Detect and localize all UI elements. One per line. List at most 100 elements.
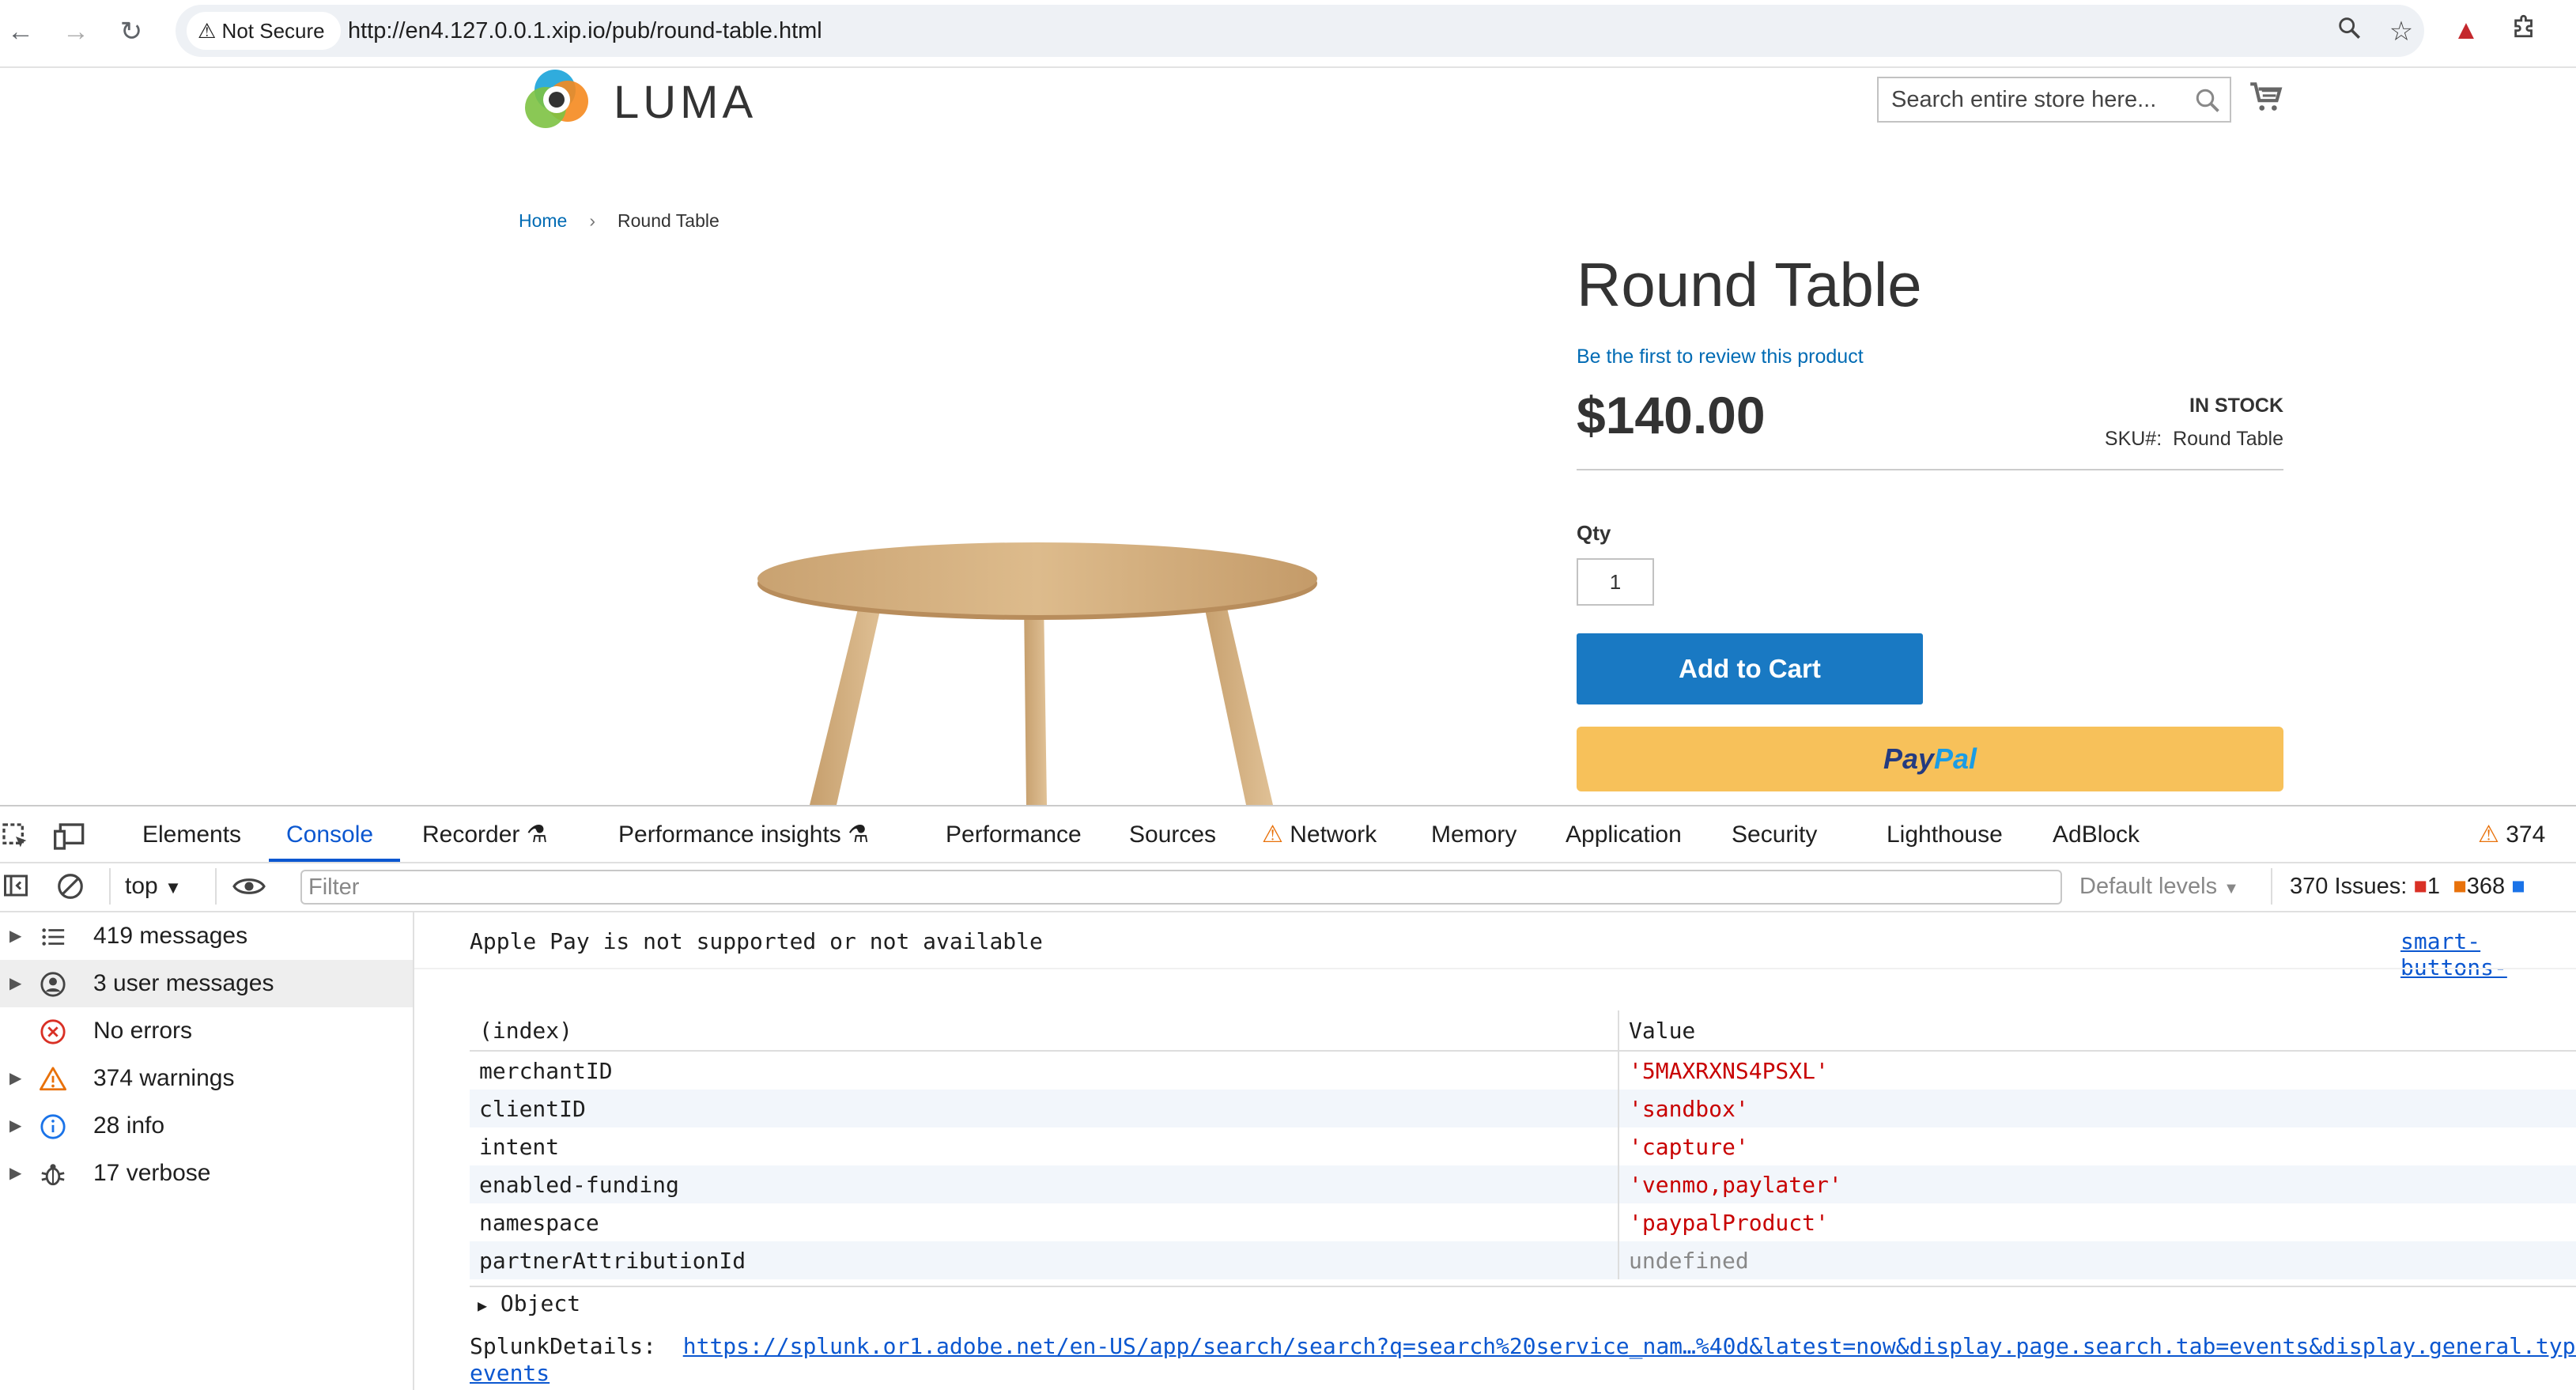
list-icon [42,928,65,946]
sidebar-item-warnings[interactable]: ▶ 374 warnings [0,1055,413,1102]
stock-status: IN STOCK [2189,395,2283,417]
breadcrumb-home-link[interactable]: Home [519,210,567,231]
logo-text[interactable]: LUMA [614,73,757,133]
tab-elements[interactable]: Elements [142,818,241,852]
eye-icon[interactable] [231,871,267,901]
network-warning-icon: ⚠ [1262,822,1283,848]
search-icon[interactable] [2193,86,2222,115]
table-cell-value: '5MAXRXNS4PSXL' [1618,1051,2576,1090]
tab-performance-insights[interactable]: Performance insights ⚗ [618,818,869,852]
tab-adblock[interactable]: AdBlock [2053,818,2140,852]
sidebar-item-label: 17 verbose [93,1160,211,1186]
qty-label: Qty [1577,521,1611,545]
warning-triangle-icon: ⚠ [198,19,217,43]
forward-icon[interactable]: → [59,14,93,49]
table-cell-value: 'capture' [1618,1127,2576,1165]
clear-console-icon[interactable] [55,871,85,901]
bug-icon [41,1164,65,1186]
splunk-line: SplunkDetails: https://splunk.or1.adobe.… [470,1333,2576,1359]
issues-counter[interactable]: 370 Issues: ■1 ■368 ■ [2290,868,2525,905]
bookmark-star-icon[interactable]: ☆ [2383,14,2419,49]
sidebar-item-user-messages[interactable]: ▶ 3 user messages [0,960,413,1007]
sidebar-item-label: 374 warnings [93,1065,235,1091]
device-toolbar-icon[interactable] [52,821,87,852]
log-levels-dropdown[interactable]: Default levels ▼ [2079,868,2239,907]
back-icon[interactable]: ← [3,14,38,49]
table-cell-index: namespace [470,1203,1619,1241]
product-image[interactable] [743,506,1328,805]
expand-arrow-icon[interactable]: ▶ [9,1055,21,1102]
toolbar-separator [215,868,217,905]
console-table: (index) Value merchantID '5MAXRXNS4PSXL' … [470,1010,2576,1279]
issue-error-icon: ■ [2413,874,2427,899]
chevron-down-icon: ▼ [164,878,182,897]
security-chip[interactable]: ⚠ Not Secure [187,12,341,50]
sidebar-item-errors[interactable]: No errors [0,1007,413,1055]
store-search[interactable] [1877,77,2231,123]
user-icon [40,972,66,997]
object-expander[interactable]: ▶ Object [478,1290,580,1316]
table-cell-index: intent [470,1127,1619,1165]
object-label: Object [500,1290,581,1316]
url-text[interactable]: http://en4.127.0.0.1.xip.io/pub/round-ta… [348,5,822,57]
qty-input[interactable] [1577,558,1654,606]
reload-icon[interactable]: ↻ [114,14,149,49]
inspect-element-icon[interactable] [0,821,32,852]
table-header-row: (index) Value [470,1010,2576,1052]
tab-sources[interactable]: Sources [1129,818,1216,852]
cart-icon[interactable] [2247,77,2287,117]
console-source-link[interactable]: smart-buttons- [2400,928,2576,980]
extensions-puzzle-icon[interactable] [2506,13,2543,47]
tab-recorder[interactable]: Recorder ⚗ [422,818,548,852]
info-icon [40,1114,66,1139]
expand-arrow-icon[interactable]: ▶ [478,1296,487,1315]
breadcrumb-separator-icon: › [589,210,596,231]
tab-security[interactable]: Security [1732,818,1817,852]
expand-arrow-icon[interactable]: ▶ [9,912,21,960]
console-output: Apple Pay is not supported or not availa… [414,911,2576,1390]
browser-toolbar: ← → ↻ ⚠ Not Secure http://en4.127.0.0.1.… [0,0,2576,68]
tab-network[interactable]: ⚠ Network [1262,818,1377,852]
tab-console[interactable]: Console [286,818,373,852]
table-cell-index: merchantID [470,1051,1619,1090]
sidebar-item-verbose[interactable]: ▶ 17 verbose [0,1150,413,1197]
tab-performance[interactable]: Performance [946,818,1082,852]
context-selector[interactable]: top ▼ [125,868,182,906]
sidebar-item-messages[interactable]: ▶ 419 messages [0,912,413,960]
table-row: partnerAttributionId undefined [470,1241,2576,1279]
tab-application[interactable]: Application [1566,818,1682,852]
warning-count-badge[interactable]: ⚠ 374 [2478,818,2545,852]
splunk-label: SplunkDetails: [470,1333,657,1359]
message-divider [414,968,2576,969]
console-filter-input[interactable] [300,870,2062,905]
splunk-link-continued[interactable]: events [470,1360,550,1386]
sku: SKU#: Round Table [2105,425,2283,452]
warning-count: 374 [2506,822,2546,848]
sidebar-toggle-icon[interactable] [2,871,30,900]
table-header-index[interactable]: (index) [470,1010,1619,1052]
sidebar-item-info[interactable]: ▶ 28 info [0,1102,413,1150]
zoom-icon[interactable] [2331,14,2367,49]
add-to-cart-button[interactable]: Add to Cart [1577,633,1923,704]
error-icon [40,1019,66,1044]
paypal-button[interactable]: PayPal [1577,727,2283,791]
expand-arrow-icon[interactable]: ▶ [9,1150,21,1197]
paypal-logo-pay: Pay [1883,742,1934,775]
expand-arrow-icon[interactable]: ▶ [9,1102,21,1150]
search-input[interactable] [1890,86,2178,114]
sku-value: Round Table [2173,428,2283,450]
table-cell-index: partnerAttributionId [470,1241,1619,1279]
paypal-logo-pal: Pal [1934,742,1977,775]
table-cell-index: clientID [470,1090,1619,1127]
adobe-extension-icon[interactable]: ▲ [2448,13,2484,47]
address-bar[interactable]: ⚠ Not Secure http://en4.127.0.0.1.xip.io… [176,5,2424,57]
tab-memory[interactable]: Memory [1431,818,1517,852]
table-header-value[interactable]: Value [1618,1010,2576,1052]
context-value: top [125,873,158,899]
tab-lighthouse[interactable]: Lighthouse [1887,818,2003,852]
review-link[interactable]: Be the first to review this product [1577,343,1864,370]
sidebar-item-label: 28 info [93,1112,165,1139]
expand-arrow-icon[interactable]: ▶ [9,960,21,1007]
table-row: enabled-funding'venmo,paylater' [470,1165,2576,1203]
splunk-link[interactable]: https://splunk.or1.adobe.net/en-US/app/s… [683,1333,2576,1359]
